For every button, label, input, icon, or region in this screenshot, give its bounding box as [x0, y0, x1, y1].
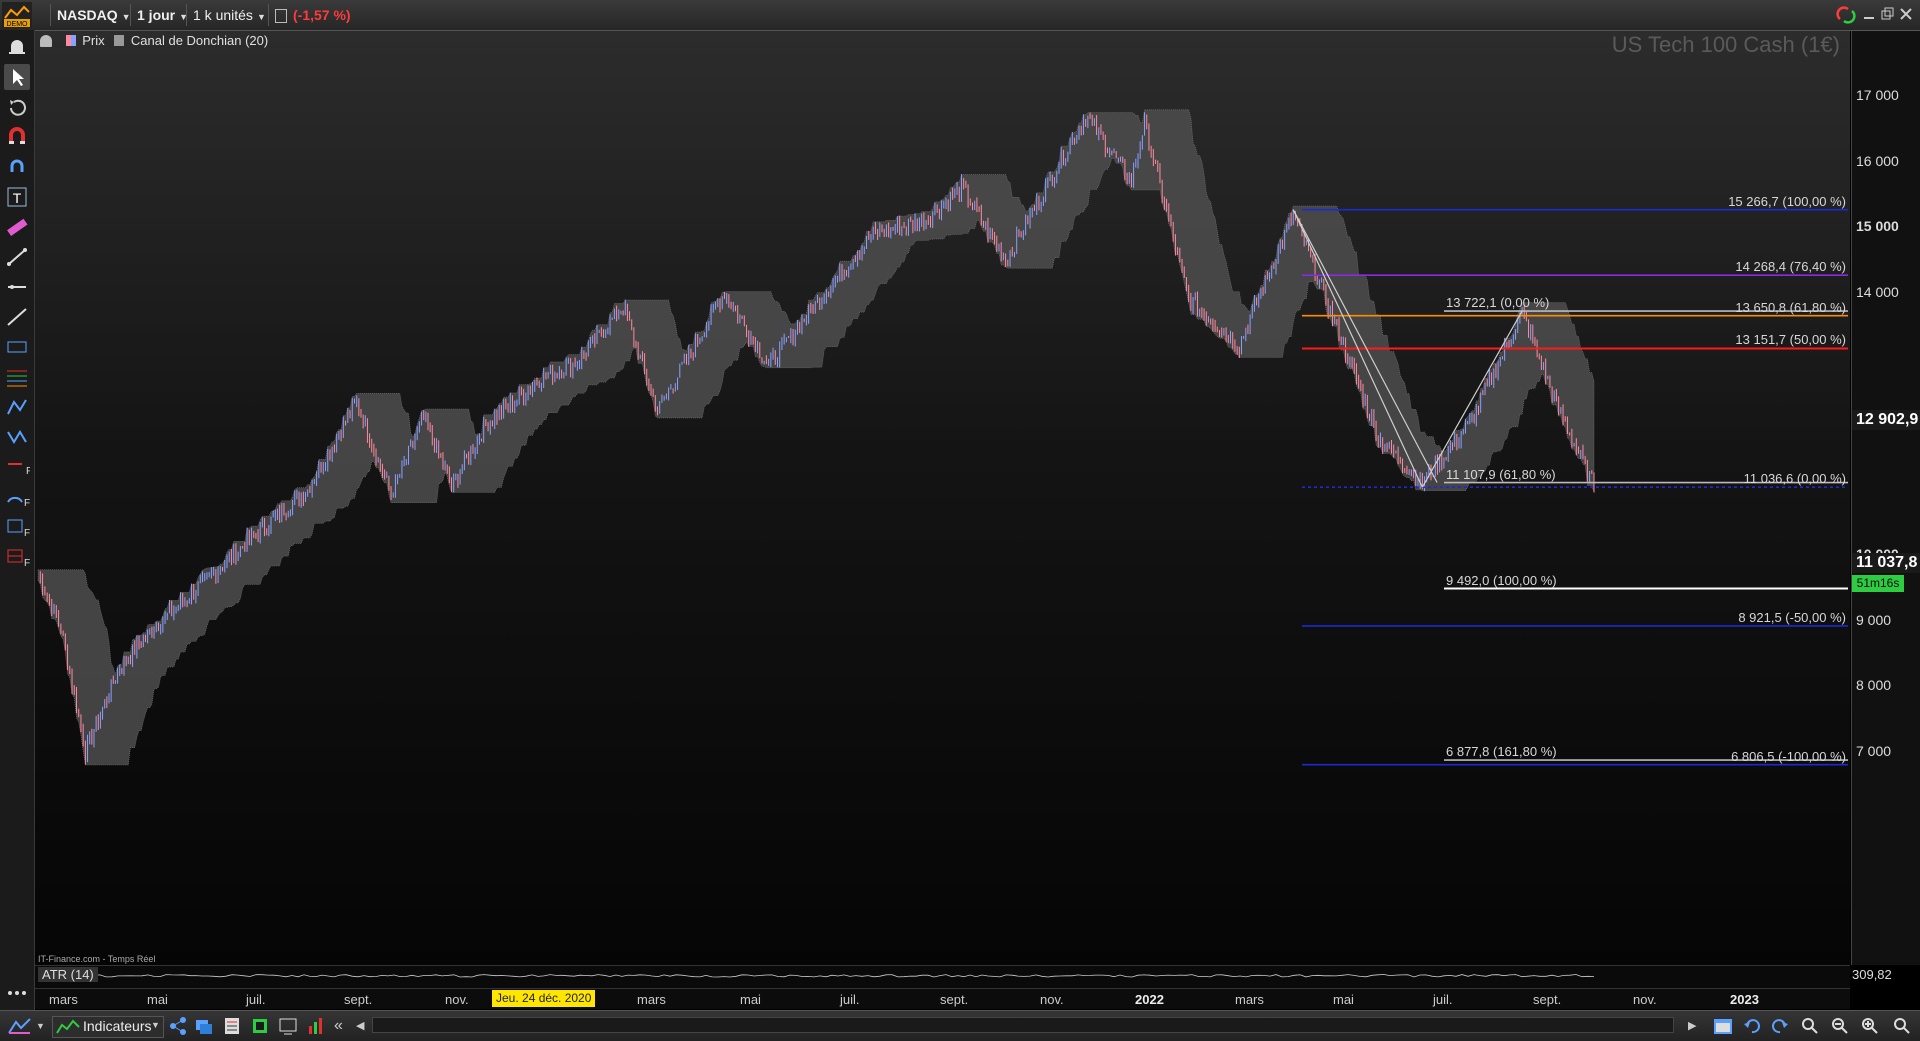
fib-level-label: 8 921,5 (-50,00 %): [1738, 609, 1846, 625]
scanner-icon[interactable]: [250, 1016, 270, 1036]
chevron-down-icon: ▼: [151, 1020, 160, 1030]
time-axis-label: mai: [147, 992, 168, 1007]
time-axis-label: 2022: [1135, 992, 1164, 1007]
fib-level-label: 11 036,6 (0,00 %): [1743, 471, 1846, 487]
time-axis-label: sept.: [1533, 992, 1562, 1007]
time-axis-label: mai: [1333, 992, 1354, 1007]
time-axis-label: nov.: [445, 992, 469, 1007]
fib-level-label: 13 151,7 (50,00 %): [1735, 332, 1846, 348]
price-axis-label: 16 000: [1856, 152, 1899, 169]
fib-level-label: 6 877,8 (161,80 %): [1446, 744, 1557, 760]
atr-label[interactable]: ATR (14): [38, 967, 98, 982]
time-axis-label: mai: [740, 992, 761, 1007]
price-axis-label: 9 000: [1856, 611, 1892, 628]
atr-line: [39, 974, 1595, 979]
price-tag-last: 11 037,8: [1852, 553, 1920, 573]
share-icon[interactable]: [168, 1016, 188, 1036]
time-axis-label: mars: [49, 992, 78, 1007]
fib-level-label: 13 722,1 (0,00 %): [1446, 295, 1550, 311]
calendar-icon[interactable]: [1712, 1016, 1734, 1036]
fib-level-label: 11 107,9 (61,80 %): [1446, 466, 1556, 482]
atr-value: 309,82: [1852, 967, 1892, 982]
time-axis-label: nov.: [1040, 992, 1064, 1007]
scroll-start-icon[interactable]: «: [334, 1016, 350, 1036]
time-axis-label: juil.: [1433, 992, 1453, 1007]
screen-icon[interactable]: [278, 1016, 298, 1036]
price-axis[interactable]: [1851, 31, 1920, 965]
redo-icon[interactable]: [1770, 1016, 1790, 1036]
fib-level-label: 14 268,4 (76,40 %): [1735, 259, 1846, 275]
scroll-left-icon[interactable]: ◀: [356, 1016, 368, 1036]
price-axis-label: 14 000: [1856, 283, 1899, 300]
time-scrollbar[interactable]: [372, 1017, 1674, 1033]
scroll-right-icon[interactable]: ▶: [1688, 1016, 1700, 1036]
indicators-icon: [56, 1019, 80, 1034]
time-axis-label: mars: [637, 992, 666, 1007]
time-axis-label: 2023: [1730, 992, 1759, 1007]
price-axis-label: 15 000: [1856, 218, 1899, 235]
indicators-button[interactable]: Indicateurs ▼: [52, 1016, 164, 1038]
windows-icon[interactable]: [194, 1016, 214, 1036]
fib-level-label: 15 266,7 (100,00 %): [1728, 193, 1846, 209]
backtest-icon[interactable]: [306, 1016, 326, 1036]
time-axis-label: mars: [1235, 992, 1264, 1007]
time-axis-label: sept.: [344, 992, 373, 1007]
price-axis-label: 8 000: [1856, 677, 1892, 694]
fib-level-label: 13 650,8 (61,80 %): [1735, 299, 1846, 315]
fib-level-label: 9 492,0 (100,00 %): [1446, 572, 1557, 588]
fib-level-label: 6 806,5 (-100,00 %): [1731, 748, 1846, 764]
chevron-down-icon[interactable]: ▼: [36, 1016, 46, 1036]
bottom-toolbar: ▼ Indicateurs ▼ « ◀ ▶: [0, 1010, 1920, 1041]
time-axis-label: sept.: [940, 992, 969, 1007]
orders-icon[interactable]: [222, 1016, 242, 1036]
zoom-box-icon[interactable]: [1800, 1016, 1820, 1036]
fit-zoom-icon[interactable]: [1890, 1016, 1914, 1036]
zoom-out-icon[interactable]: [1830, 1016, 1850, 1036]
time-axis-label: juil.: [840, 992, 860, 1007]
undo-icon[interactable]: [1742, 1016, 1762, 1036]
crosshair-date: Jeu. 24 déc. 2020: [492, 990, 596, 1007]
price-axis-label: 7 000: [1856, 743, 1892, 759]
candle-timer: 51m16s: [1852, 575, 1904, 592]
chart-style-icon[interactable]: [6, 1016, 34, 1036]
zoom-in-icon[interactable]: [1860, 1016, 1880, 1036]
price-axis-label: 17 000: [1856, 87, 1899, 103]
atr-path: [39, 974, 1595, 979]
time-axis-label: juil.: [246, 992, 266, 1007]
price-tag-upper: 12 902,9: [1852, 410, 1920, 430]
time-axis-label: nov.: [1633, 992, 1657, 1007]
indicators-label: Indicateurs: [83, 1018, 152, 1034]
